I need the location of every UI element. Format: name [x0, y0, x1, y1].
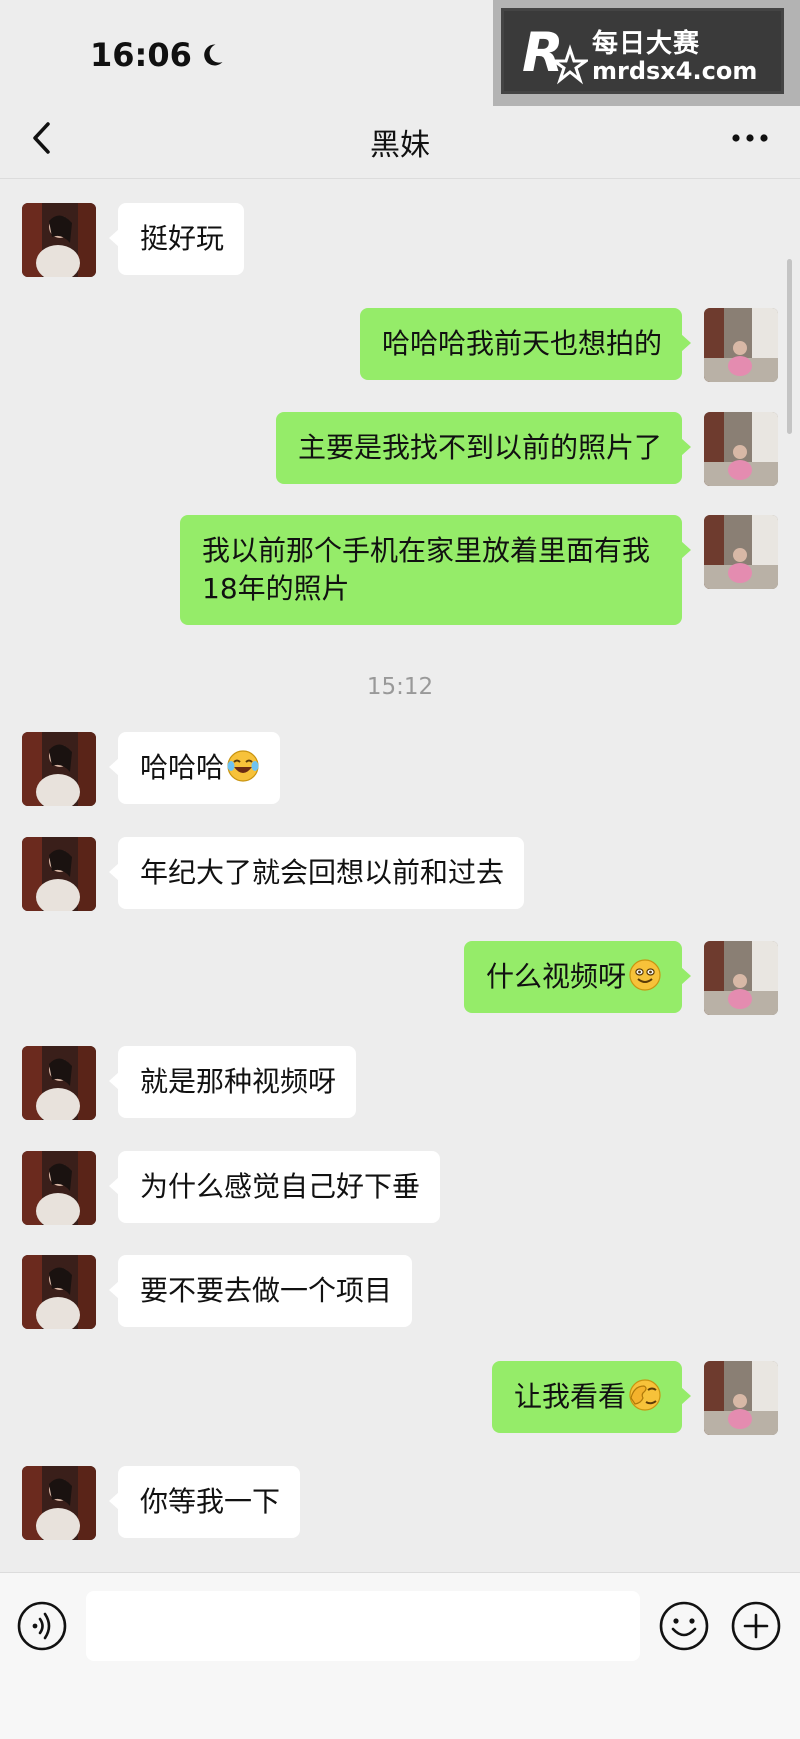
message-text: 哈哈哈 [140, 751, 225, 784]
status-time-text: 16:06 [90, 36, 192, 74]
user-avatar-icon [704, 1361, 778, 1435]
avatar[interactable] [704, 941, 778, 1015]
svg-text:R: R [522, 21, 564, 84]
moon-icon [204, 44, 223, 66]
avatar[interactable] [22, 1151, 96, 1225]
plus-attach-icon[interactable] [730, 1600, 782, 1652]
message-input[interactable] [86, 1591, 640, 1661]
avatar[interactable] [704, 1361, 778, 1435]
avatar[interactable] [22, 837, 96, 911]
input-bar [0, 1572, 800, 1739]
message-bubble[interactable]: 年纪大了就会回想以前和过去 [108, 837, 525, 909]
message-bubble[interactable]: 就是那种视频呀 [108, 1046, 357, 1118]
message-text: 就是那种视频呀 [140, 1065, 337, 1098]
message-bubble[interactable]: 我以前那个手机在家里放着里面有我18年的照片 [180, 515, 691, 625]
watermark: R 每日大赛 mrdsx4.com [493, 0, 800, 106]
message-text: 挺好玩 [140, 222, 225, 255]
watermark-box: R 每日大赛 mrdsx4.com [501, 8, 784, 94]
more-options-icon[interactable] [728, 122, 772, 154]
chat-header: 黑妹 [0, 100, 800, 179]
contact-avatar-icon [22, 1255, 96, 1329]
message-bubble[interactable]: 哈哈哈 [108, 732, 281, 804]
tears-of-joy-emoji-icon [227, 750, 259, 782]
chat-title: 黑妹 [370, 128, 430, 163]
user-avatar-icon [704, 941, 778, 1015]
voice-input-icon[interactable] [16, 1600, 68, 1652]
message-bubble[interactable]: 主要是我找不到以前的照片了 [275, 412, 692, 484]
message-text: 让我看看 [513, 1380, 626, 1413]
status-time: 16:06 [90, 36, 226, 74]
emoji-picker-icon[interactable] [658, 1600, 710, 1652]
message-text: 要不要去做一个项目 [140, 1274, 393, 1307]
message-text: 年纪大了就会回想以前和过去 [140, 856, 505, 889]
message-bubble[interactable]: 要不要去做一个项目 [108, 1255, 413, 1327]
message-text: 你等我一下 [140, 1485, 281, 1518]
message-bubble[interactable]: 你等我一下 [108, 1466, 301, 1538]
message-text: 主要是我找不到以前的照片了 [297, 431, 662, 464]
message-bubble[interactable]: 哈哈哈我前天也想拍的 [359, 308, 692, 380]
timestamp-divider: 15:12 [366, 674, 434, 700]
facepalm-emoji-icon [629, 1379, 661, 1411]
contact-avatar-icon [22, 1151, 96, 1225]
avatar[interactable] [22, 203, 96, 277]
smile-emoji-icon [629, 959, 661, 991]
avatar[interactable] [22, 1255, 96, 1329]
scrollbar[interactable] [787, 259, 792, 434]
contact-avatar-icon [22, 203, 96, 277]
watermark-title: 每日大赛 [592, 29, 701, 59]
watermark-logo-icon: R [522, 21, 588, 85]
avatar[interactable] [704, 412, 778, 486]
contact-avatar-icon [22, 1046, 96, 1120]
message-bubble[interactable]: 让我看看 [491, 1361, 692, 1433]
user-avatar-icon [704, 515, 778, 589]
contact-avatar-icon [22, 732, 96, 806]
avatar[interactable] [704, 515, 778, 589]
message-text: 哈哈哈我前天也想拍的 [381, 327, 662, 360]
chat-message-list[interactable]: 挺好玩 哈哈哈我前天也想拍的 主要是我找不到以前的照片了 我以前那个手机在家里放… [0, 179, 800, 1571]
contact-avatar-icon [22, 837, 96, 911]
watermark-url: mrdsx4.com [592, 57, 758, 85]
avatar[interactable] [22, 1466, 96, 1540]
message-text: 我以前那个手机在家里放着里面有我18年的照片 [202, 534, 651, 605]
user-avatar-icon [704, 412, 778, 486]
contact-avatar-icon [22, 1466, 96, 1540]
message-bubble[interactable]: 为什么感觉自己好下垂 [108, 1151, 441, 1223]
avatar[interactable] [22, 732, 96, 806]
user-avatar-icon [704, 308, 778, 382]
message-text: 什么视频呀 [485, 960, 626, 993]
message-bubble[interactable]: 挺好玩 [108, 203, 245, 275]
message-bubble[interactable]: 什么视频呀 [463, 941, 692, 1013]
message-text: 为什么感觉自己好下垂 [140, 1170, 421, 1203]
avatar[interactable] [22, 1046, 96, 1120]
avatar[interactable] [704, 308, 778, 382]
